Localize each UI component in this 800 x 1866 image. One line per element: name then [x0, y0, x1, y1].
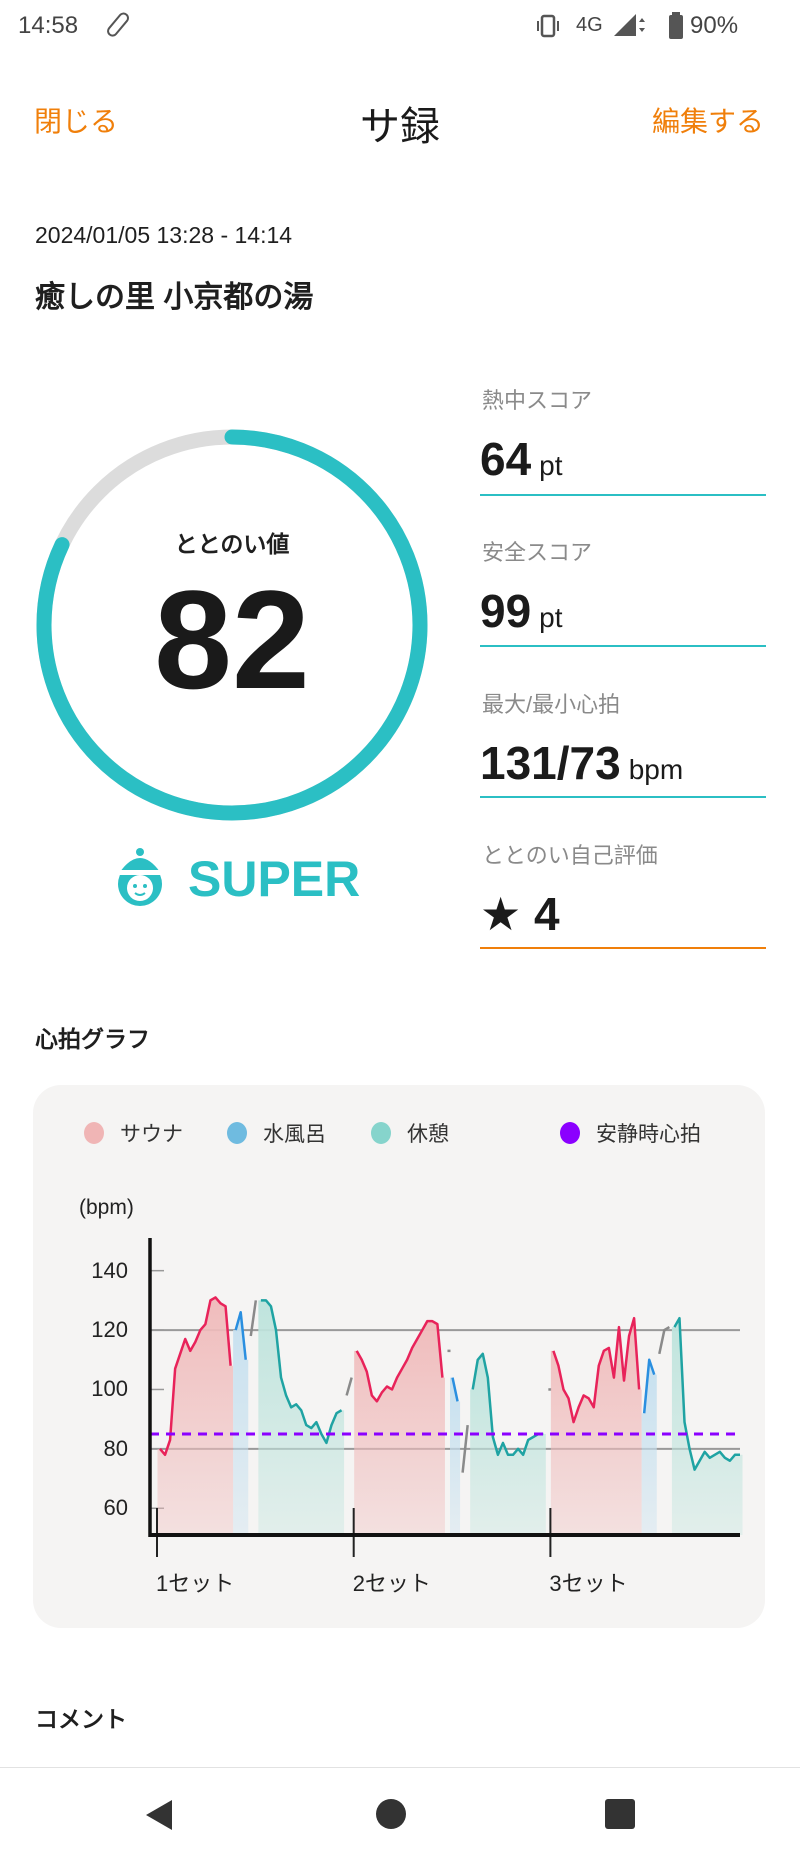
navigation-bar: [0, 1767, 800, 1866]
line-other: [658, 1326, 671, 1355]
area-rest: [258, 1300, 345, 1535]
set-label: 2セット: [352, 1571, 431, 1596]
area-sauna: [157, 1297, 234, 1535]
recents-icon[interactable]: [605, 1799, 635, 1829]
home-icon[interactable]: [375, 1798, 407, 1830]
set-label: 3セット: [549, 1571, 628, 1596]
area-cold: [450, 1377, 461, 1535]
area-rest: [470, 1353, 546, 1535]
area-rest: [671, 1318, 743, 1535]
line-other: [345, 1377, 353, 1396]
area-cold: [641, 1359, 657, 1535]
comment-title: コメント: [35, 1706, 127, 1732]
back-icon[interactable]: [144, 1798, 174, 1832]
area-cold: [233, 1312, 249, 1535]
area-sauna: [354, 1321, 445, 1535]
set-label: 1セット: [156, 1571, 235, 1596]
